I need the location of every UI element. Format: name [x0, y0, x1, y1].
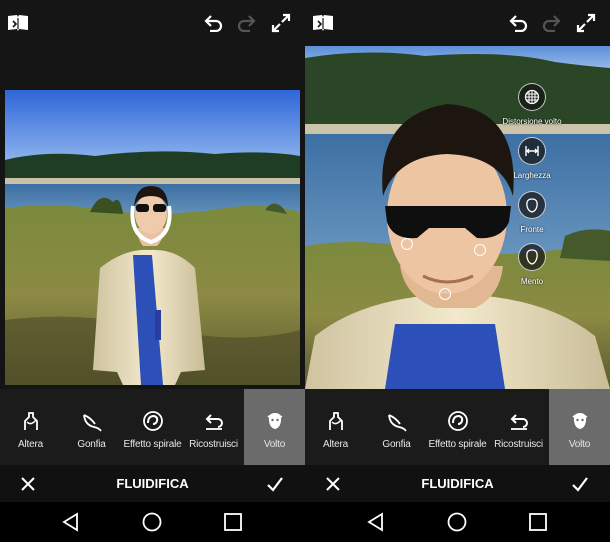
tool-effetto-spirale[interactable]: Effetto spirale — [122, 389, 183, 465]
tool-altera[interactable]: Altera — [305, 389, 366, 465]
tool-label: Effetto spirale — [428, 439, 487, 450]
tool-bar: Altera Gonfia Effetto spirale Ricostruis… — [305, 389, 610, 465]
tool-label: Volto — [568, 439, 591, 450]
fullscreen-icon[interactable] — [269, 11, 293, 35]
recents-square-icon[interactable] — [527, 511, 549, 533]
tool-ricostruisci[interactable]: Ricostruisci — [488, 389, 549, 465]
tool-effetto-spirale[interactable]: Effetto spirale — [427, 389, 488, 465]
tool-gonfia[interactable]: Gonfia — [366, 389, 427, 465]
tool-altera[interactable]: Altera — [0, 389, 61, 465]
forehead-icon — [526, 198, 538, 213]
bottom-bar: FLUIDIFICA — [305, 465, 610, 502]
photo-zoomed[interactable] — [305, 46, 610, 389]
tool-label: Ricostruisci — [494, 439, 543, 450]
tool-gonfia[interactable]: Gonfia — [61, 389, 122, 465]
face-tool-label: Larghezza — [513, 171, 551, 180]
screen-title: FLUIDIFICA — [116, 476, 189, 491]
face-tool-label: Mento — [520, 277, 544, 286]
tool-bar: Altera Gonfia Effetto spirale Ricostruis… — [0, 389, 305, 465]
book-icon[interactable] — [6, 11, 30, 35]
warp-tool-icon — [19, 409, 43, 433]
width-button[interactable] — [518, 137, 546, 165]
reconstruct-tool-icon — [507, 409, 531, 433]
back-triangle-icon[interactable] — [60, 511, 82, 533]
redo-icon[interactable] — [540, 11, 564, 35]
tool-label: Altera — [323, 439, 348, 450]
width-icon — [525, 146, 539, 156]
tool-label: Altera — [18, 439, 43, 450]
chin-icon — [526, 249, 538, 265]
tool-label: Gonfia — [382, 439, 411, 450]
left-screen: Altera Gonfia Effetto spirale Ricostruis… — [0, 0, 305, 502]
android-nav-bar — [0, 502, 610, 542]
swirl-tool-icon — [141, 409, 165, 433]
swirl-tool-icon — [446, 409, 470, 433]
tool-label: Gonfia — [77, 439, 106, 450]
face-tool-label: Fronte — [520, 225, 544, 234]
undo-icon[interactable] — [201, 11, 225, 35]
undo-icon[interactable] — [506, 11, 530, 35]
tool-label: Volto — [263, 439, 286, 450]
screen-title: FLUIDIFICA — [421, 476, 494, 491]
tool-volto[interactable]: Volto — [549, 389, 610, 465]
canvas-area — [0, 46, 305, 389]
bloat-tool-icon — [80, 409, 104, 433]
face-tool-label: Distorsione volto — [502, 117, 562, 126]
warp-tool-icon — [324, 409, 348, 433]
face-handle-chin[interactable] — [439, 288, 451, 300]
home-circle-icon[interactable] — [141, 511, 163, 533]
canvas-area: Distorsione volto Larghezza Fronte Mento — [305, 46, 610, 389]
fullscreen-icon[interactable] — [574, 11, 598, 35]
chin-button[interactable] — [518, 243, 546, 271]
bloat-tool-icon — [385, 409, 409, 433]
grid-icon — [524, 89, 540, 105]
book-icon[interactable] — [311, 11, 335, 35]
top-bar — [0, 0, 305, 46]
face-tool-icon — [568, 409, 592, 433]
recents-square-icon[interactable] — [222, 511, 244, 533]
check-icon[interactable] — [570, 474, 590, 494]
tool-volto[interactable]: Volto — [244, 389, 305, 465]
tool-ricostruisci[interactable]: Ricostruisci — [183, 389, 244, 465]
check-icon[interactable] — [265, 474, 285, 494]
bottom-bar: FLUIDIFICA — [0, 465, 305, 502]
top-bar — [305, 0, 610, 46]
face-tool-icon — [263, 409, 287, 433]
face-distortion-button[interactable] — [518, 83, 546, 111]
redo-icon[interactable] — [235, 11, 259, 35]
tool-label: Ricostruisci — [189, 439, 238, 450]
face-handle-left[interactable] — [401, 238, 413, 250]
back-triangle-icon[interactable] — [365, 511, 387, 533]
right-screen: Distorsione volto Larghezza Fronte Mento… — [305, 0, 610, 502]
tool-label: Effetto spirale — [123, 439, 182, 450]
photo[interactable] — [5, 90, 300, 385]
face-handle-right[interactable] — [474, 244, 486, 256]
reconstruct-tool-icon — [202, 409, 226, 433]
forehead-button[interactable] — [518, 191, 546, 219]
home-circle-icon[interactable] — [446, 511, 468, 533]
